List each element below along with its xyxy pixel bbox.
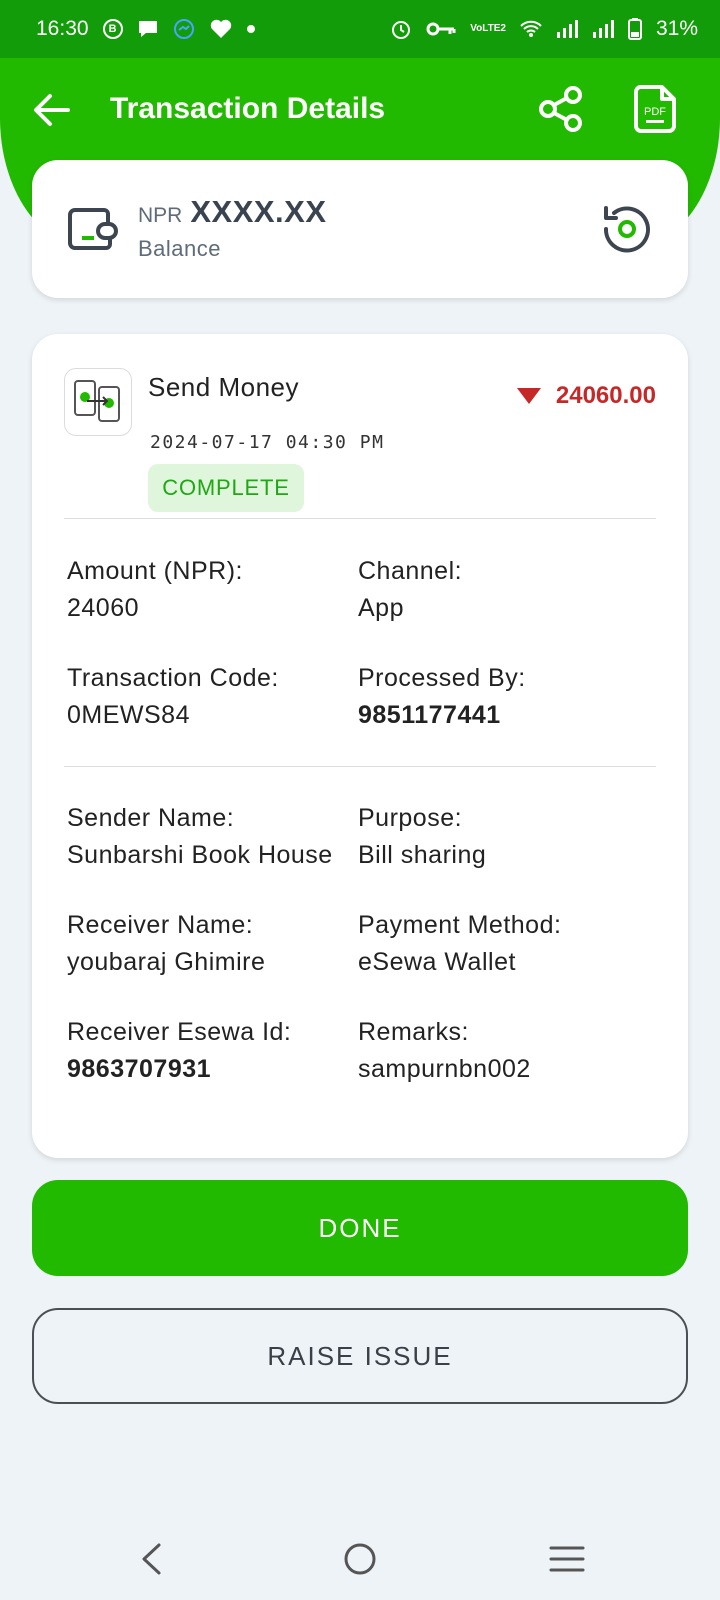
status-bar: 16:30 B VoLTE2 31%	[0, 0, 720, 58]
detail-label: Transaction Code:	[67, 664, 279, 692]
status-badge: COMPLETE	[148, 464, 304, 512]
detail-value: 9863707931	[67, 1055, 212, 1083]
balance-currency: NPR	[138, 204, 183, 227]
balance-line: NPR XXXX.XX	[138, 194, 327, 230]
detail-processed-by: Processed By: 9851177441	[358, 661, 648, 735]
divider	[64, 766, 656, 767]
home-circle-icon	[344, 1543, 376, 1575]
detail-amount: Amount (NPR): 24060	[67, 554, 357, 628]
detail-label: Processed By:	[358, 664, 526, 692]
detail-label: Payment Method:	[358, 911, 562, 939]
chat-icon	[137, 19, 159, 39]
down-triangle-icon	[516, 388, 541, 404]
transaction-card: Send Money 24060.00 2024-07-17 04:30 PM …	[32, 334, 688, 1158]
transaction-amount: 24060.00	[555, 382, 656, 409]
app-bar: Transaction Details PDF	[0, 58, 720, 158]
refresh-balance-button[interactable]	[600, 202, 654, 256]
detail-label: Amount (NPR):	[67, 557, 243, 585]
transaction-type: Send Money	[148, 372, 299, 402]
transaction-amount-wrap: 24060.00	[516, 382, 656, 410]
dot-icon	[246, 25, 255, 33]
share-button[interactable]	[536, 84, 586, 134]
alarm-icon	[390, 18, 412, 40]
detail-purpose: Purpose: Bill sharing	[358, 801, 648, 875]
detail-value: eSewa Wallet	[358, 948, 516, 976]
detail-label: Purpose:	[358, 804, 463, 832]
status-bar-left: 16:30 B	[36, 17, 255, 41]
nav-menu-button[interactable]	[542, 1534, 592, 1584]
wallet-icon	[68, 208, 118, 250]
nav-back-button[interactable]	[126, 1534, 176, 1584]
balance-card: NPR XXXX.XX Balance	[32, 160, 688, 298]
transaction-date: 2024-07-17 04:30 PM	[150, 432, 385, 453]
page-title: Transaction Details	[110, 92, 386, 125]
arrow-left-icon	[34, 94, 70, 126]
detail-payment-method: Payment Method: eSewa Wallet	[358, 908, 648, 982]
messenger-icon	[173, 18, 195, 40]
volte-icon: VoLTE2	[470, 23, 506, 34]
menu-icon	[549, 1546, 585, 1572]
system-nav-bar	[0, 1516, 720, 1600]
detail-value: sampurnbn002	[358, 1055, 531, 1083]
detail-value: 0MEWS84	[67, 701, 190, 729]
send-money-icon	[64, 368, 132, 436]
divider	[64, 518, 656, 519]
detail-label: Channel:	[358, 557, 463, 585]
detail-receiver-esewa-id: Receiver Esewa Id: 9863707931	[67, 1015, 357, 1089]
share-icon	[539, 86, 582, 132]
key-icon	[426, 21, 456, 37]
detail-value: App	[358, 594, 404, 622]
pdf-download-button[interactable]: PDF	[632, 84, 678, 134]
refresh-icon	[603, 206, 650, 253]
b-icon: B	[102, 19, 123, 39]
wifi-icon	[520, 20, 542, 38]
detail-value: Bill sharing	[358, 841, 487, 869]
raise-issue-button[interactable]: RAISE ISSUE	[32, 1308, 688, 1404]
clock: 16:30	[36, 17, 89, 40]
detail-value: Sunbarshi Book House	[67, 841, 333, 869]
status-bar-right: VoLTE2 31%	[390, 17, 698, 41]
signal-icon	[556, 20, 578, 38]
detail-transaction-code: Transaction Code: 0MEWS84	[67, 661, 357, 735]
detail-value: youbaraj Ghimire	[67, 948, 266, 976]
chevron-left-icon	[142, 1543, 161, 1575]
battery-icon	[627, 18, 642, 40]
detail-sender-name: Sender Name: Sunbarshi Book House	[67, 801, 357, 875]
detail-label: Receiver Esewa Id:	[67, 1018, 292, 1046]
signal-icon	[592, 20, 614, 38]
back-button[interactable]	[30, 88, 74, 132]
detail-receiver-name: Receiver Name: youbaraj Ghimire	[67, 908, 357, 982]
balance-amount[interactable]: XXXX.XX	[190, 194, 326, 230]
detail-label: Sender Name:	[67, 804, 235, 832]
detail-remarks: Remarks: sampurnbn002	[358, 1015, 648, 1089]
heart-icon	[209, 18, 233, 40]
detail-channel: Channel: App	[358, 554, 648, 628]
detail-value: 24060	[67, 594, 140, 622]
pdf-label: PDF	[644, 106, 666, 118]
done-button[interactable]: DONE	[32, 1180, 688, 1276]
detail-label: Receiver Name:	[67, 911, 254, 939]
balance-label: Balance	[138, 236, 222, 261]
battery-percent: 31%	[655, 17, 698, 40]
nav-home-button[interactable]	[335, 1534, 385, 1584]
detail-value: 9851177441	[358, 701, 501, 729]
detail-label: Remarks:	[358, 1018, 469, 1046]
pdf-icon: PDF	[634, 85, 676, 133]
